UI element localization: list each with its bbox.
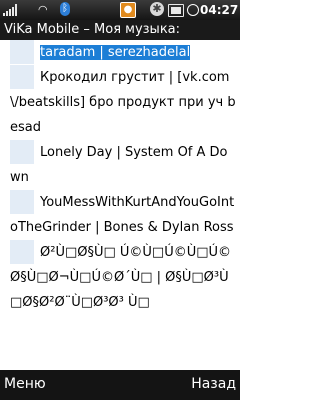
bluetooth-icon: ᛒ — [60, 2, 70, 16]
status-bar: ◠ ᛒ ● ✱ 04:27 — [0, 0, 240, 20]
track-item[interactable]: Ø²Ù□Ø§Ù□ Ú©Ù□Ú©Ù□Ú© Ø§Ù□Ø¬Ù□Ú©Ø´Ù□ | Ø§Ù… — [0, 240, 240, 315]
window-title: ViKa Mobile – Моя музыка: — [0, 20, 240, 40]
signal-strength-icon — [3, 4, 17, 16]
gear-icon: ✱ — [150, 2, 164, 16]
track-item[interactable]: taradam | serezhadelal — [0, 40, 240, 65]
menu-softkey[interactable]: Меню — [4, 376, 46, 392]
battery-icon — [168, 4, 184, 17]
track-title: Lonely Day | System Of A Down — [10, 145, 228, 185]
softkey-bar: Меню Назад — [0, 370, 240, 400]
album-art-icon — [10, 190, 34, 214]
track-item[interactable]: Lonely Day | System Of A Down — [0, 140, 240, 190]
track-list[interactable]: taradam | serezhadelal Крокодил грустит … — [0, 40, 240, 370]
track-item[interactable]: YouMessWithKurtAndYouGoIntoTheGrinder | … — [0, 190, 240, 240]
track-title: Ø²Ù□Ø§Ù□ Ú©Ù□Ú©Ù□Ú© Ø§Ù□Ø¬Ù□Ú©Ø´Ù□ | Ø§Ù… — [10, 245, 232, 310]
back-softkey[interactable]: Назад — [191, 376, 236, 392]
track-title: Крокодил грустит | [vk.com\/beatskills] … — [10, 70, 236, 135]
clock-time: 04:27 — [200, 3, 239, 17]
track-title: taradam | serezhadelal — [40, 45, 191, 60]
album-art-icon — [10, 240, 34, 264]
wifi-icon: ◠ — [38, 3, 48, 16]
alarm-clock-icon — [187, 4, 199, 16]
album-art-icon — [10, 140, 34, 164]
track-item[interactable]: Крокодил грустит | [vk.com\/beatskills] … — [0, 65, 240, 140]
album-art-icon — [10, 40, 34, 64]
track-title: YouMessWithKurtAndYouGoIntoTheGrinder | … — [10, 195, 235, 235]
microphone-icon: ● — [120, 2, 136, 18]
album-art-icon — [10, 65, 34, 89]
